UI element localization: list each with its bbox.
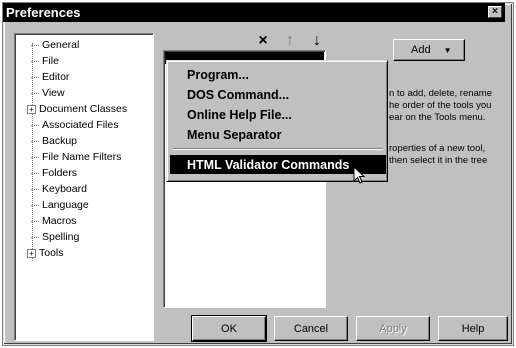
help-text-line: then select it in the tree	[389, 155, 488, 166]
tree-item-spelling[interactable]: Spelling	[31, 229, 79, 245]
help-button[interactable]: Help	[438, 316, 508, 341]
expand-plus-icon[interactable]: +	[27, 248, 36, 258]
help-text-line: roperties of a new tool,	[389, 143, 486, 154]
apply-button[interactable]: Apply	[356, 316, 430, 341]
tree-item-editor[interactable]: Editor	[31, 69, 69, 85]
help-text-line: ear on the Tools menu.	[389, 112, 486, 123]
tree-item-view[interactable]: View	[31, 85, 65, 101]
window-title: Preferences	[6, 5, 81, 20]
add-button-label: Add	[411, 44, 431, 56]
tree-item-macros[interactable]: Macros	[31, 213, 76, 229]
add-tool-menu: Program... DOS Command... Online Help Fi…	[166, 60, 388, 182]
help-text-line: n to add, delete, rename	[389, 88, 492, 99]
menu-divider	[173, 148, 383, 150]
tool-list-toolbar: × ↑ ↓	[252, 32, 328, 50]
tree-item-document-classes[interactable]: + Document Classes	[27, 101, 127, 117]
add-dropdown-button[interactable]: Add ▼	[393, 39, 465, 61]
title-bar[interactable]: Preferences ×	[3, 3, 505, 22]
menu-item-menu-separator[interactable]: Menu Separator	[170, 125, 386, 144]
ok-button[interactable]: OK	[191, 315, 267, 342]
tree-item-general[interactable]: General	[31, 37, 79, 53]
mouse-cursor-icon	[353, 166, 366, 184]
tree-item-folders[interactable]: Folders	[31, 165, 77, 181]
tree-item-backup[interactable]: Backup	[31, 133, 77, 149]
tree-item-associated-files[interactable]: Associated Files	[31, 117, 118, 133]
menu-item-dos-command[interactable]: DOS Command...	[170, 85, 386, 104]
tree-item-language[interactable]: Language	[31, 197, 89, 213]
tree-item-tools[interactable]: + Tools	[27, 245, 64, 261]
move-up-icon[interactable]: ↑	[279, 32, 301, 50]
close-icon[interactable]: ×	[488, 6, 502, 18]
category-tree[interactable]: General File Editor View + Document Class…	[14, 33, 154, 341]
tree-item-file[interactable]: File	[31, 53, 59, 69]
move-down-icon[interactable]: ↓	[306, 32, 328, 50]
tree-item-file-name-filters[interactable]: File Name Filters	[31, 149, 121, 165]
help-text-line: he order of the tools you	[389, 100, 492, 111]
expand-plus-icon[interactable]: +	[27, 104, 36, 114]
chevron-down-icon: ▼	[443, 45, 452, 55]
menu-item-program[interactable]: Program...	[170, 65, 386, 84]
cancel-button[interactable]: Cancel	[274, 316, 348, 341]
delete-icon[interactable]: ×	[252, 32, 274, 50]
menu-item-online-help-file[interactable]: Online Help File...	[170, 105, 386, 124]
tree-item-keyboard[interactable]: Keyboard	[31, 181, 87, 197]
